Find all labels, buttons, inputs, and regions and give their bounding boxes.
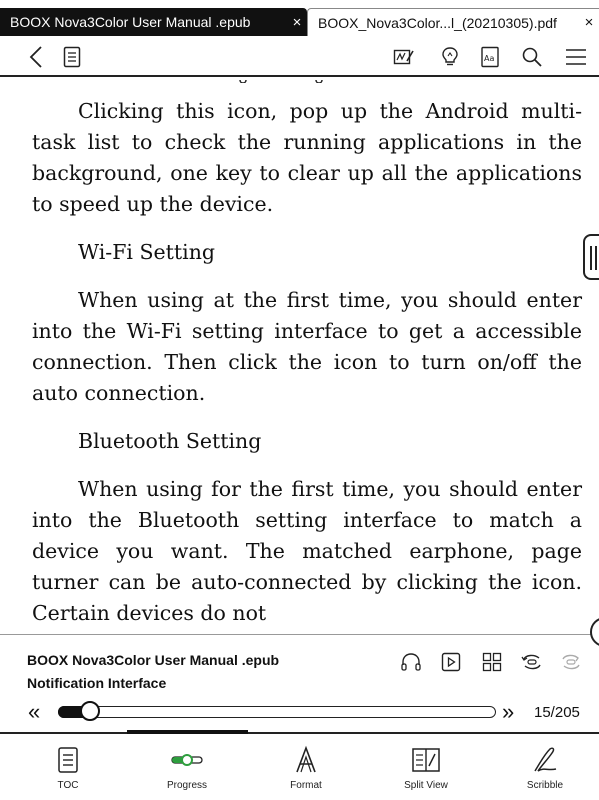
- nav-scribble[interactable]: Scribble: [485, 734, 599, 800]
- previous-chapter-button[interactable]: «: [28, 701, 40, 723]
- format-icon: [292, 742, 320, 778]
- paragraph: Clicking this icon, pop up the Android m…: [32, 99, 582, 216]
- progress-slider-thumb[interactable]: [79, 701, 100, 721]
- document-list-icon[interactable]: [58, 43, 86, 71]
- chevron-left-icon[interactable]: [22, 43, 50, 71]
- close-icon[interactable]: ×: [579, 14, 599, 31]
- tab-epub[interactable]: BOOX Nova3Color User Manual .epub ×: [0, 8, 307, 36]
- nav-format[interactable]: Format: [246, 734, 366, 800]
- search-icon[interactable]: [518, 43, 546, 71]
- close-icon[interactable]: ×: [287, 14, 307, 31]
- scribble-icon: [530, 742, 560, 778]
- refresh-icon[interactable]: [519, 649, 545, 675]
- tab-pdf[interactable]: BOOX_Nova3Color...l_(20210305).pdf ×: [307, 8, 599, 36]
- nav-toc[interactable]: TOC: [8, 734, 128, 800]
- bottom-navigation: TOC Progress Format Split View Scribble: [0, 730, 599, 800]
- tab-title: BOOX_Nova3Color...l_(20210305).pdf: [318, 14, 557, 31]
- toc-icon: [56, 742, 80, 778]
- section-heading: Wi-Fi Setting: [78, 240, 216, 264]
- lightbulb-icon[interactable]: [436, 43, 464, 71]
- reading-info-panel: BOOX Nova3Color User Manual .epub Notifi…: [0, 634, 599, 732]
- nav-label: Scribble: [526, 780, 564, 791]
- grid-icon[interactable]: [479, 649, 505, 675]
- chapter-title: Notification Interface: [27, 675, 167, 691]
- svg-text:Aa: Aa: [484, 54, 494, 63]
- page-number: 15/205: [534, 704, 580, 721]
- next-chapter-button[interactable]: »: [502, 701, 514, 723]
- paragraph: When using for the first time, you shoul…: [32, 477, 582, 625]
- reading-content[interactable]: Clicking this icon, pop up the Android m…: [32, 96, 582, 634]
- book-title: BOOX Nova3Color User Manual .epub: [27, 652, 280, 668]
- nav-label: Progress: [166, 780, 207, 791]
- clipped-text-fragment: [238, 75, 328, 83]
- reader-toolbar: Aa: [0, 37, 599, 77]
- font-settings-icon[interactable]: Aa: [476, 43, 504, 71]
- paragraph: When using at the first time, you should…: [32, 288, 582, 405]
- split-view-icon: [411, 742, 441, 778]
- headphones-icon[interactable]: [398, 649, 424, 675]
- tab-title: BOOX Nova3Color User Manual .epub: [10, 14, 251, 30]
- play-icon[interactable]: [438, 649, 464, 675]
- nav-label: Split View: [404, 780, 448, 791]
- nav-label: TOC: [57, 780, 79, 791]
- side-panel-handle[interactable]: [583, 234, 599, 280]
- handwriting-icon[interactable]: [390, 43, 418, 71]
- tab-bar: BOOX Nova3Color User Manual .epub × BOOX…: [0, 0, 599, 36]
- section-heading: Bluetooth Setting: [78, 429, 262, 453]
- nav-split-view[interactable]: Split View: [366, 734, 486, 800]
- sync-icon[interactable]: [558, 649, 584, 675]
- menu-icon[interactable]: [562, 43, 590, 71]
- progress-track[interactable]: [58, 706, 496, 718]
- nav-label: Format: [290, 780, 322, 791]
- nav-progress[interactable]: Progress: [127, 734, 247, 800]
- progress-icon: [170, 742, 204, 778]
